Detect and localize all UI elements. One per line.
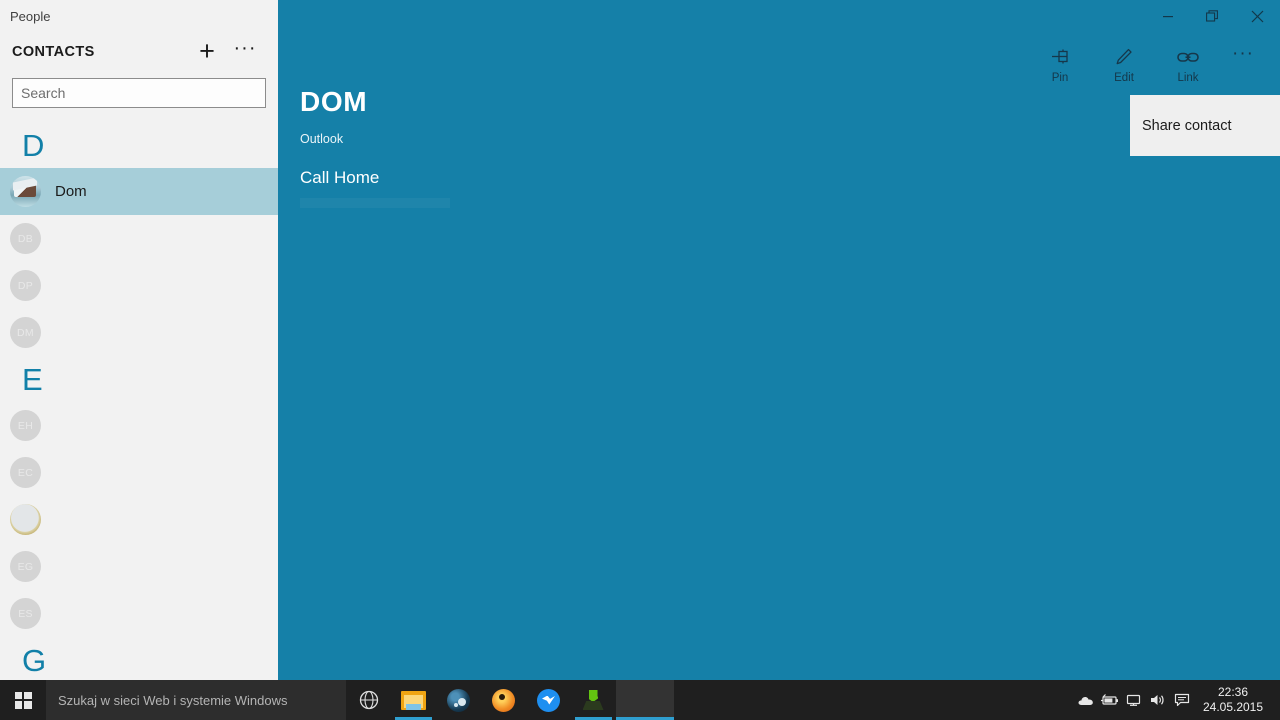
command-bar: Pin Edit Link ··· xyxy=(1028,44,1266,85)
close-button[interactable] xyxy=(1235,0,1280,32)
action-center-icon xyxy=(1174,693,1190,707)
ellipsis-icon: ··· xyxy=(1232,42,1254,64)
avatar: DM xyxy=(10,317,41,348)
firefox-icon xyxy=(492,688,515,712)
contact-list[interactable]: D Dom DB DP DM E EH EC EG ES G xyxy=(0,122,278,680)
taskbar-clock[interactable]: 22:36 24.05.2015 xyxy=(1194,685,1272,715)
battery-button[interactable] xyxy=(1098,680,1122,720)
battery-icon xyxy=(1101,694,1118,705)
taskbar: Szukaj w sieci Web i systemie Windows 22… xyxy=(0,680,1280,720)
windows-logo-icon xyxy=(14,691,32,709)
contact-row[interactable]: EC xyxy=(0,449,278,496)
contact-name: Dom xyxy=(55,183,87,200)
avatar: DB xyxy=(10,223,41,254)
taskbar-buttons xyxy=(346,680,674,720)
close-icon xyxy=(1251,10,1264,22)
minimize-icon xyxy=(1162,16,1173,18)
window-controls xyxy=(1145,0,1280,32)
contact-note-secondary xyxy=(300,198,450,208)
people-window-button[interactable] xyxy=(616,680,674,720)
steam-button[interactable] xyxy=(436,680,481,720)
contact-row[interactable]: DP xyxy=(0,262,278,309)
avatar: EG xyxy=(10,551,41,582)
contact-row[interactable]: ES xyxy=(0,590,278,637)
menu-item-share-contact[interactable]: Share contact xyxy=(1130,118,1231,134)
restore-icon xyxy=(1206,9,1218,22)
pin-button[interactable]: Pin xyxy=(1028,44,1092,84)
task-view-icon xyxy=(359,690,378,710)
contact-header: DOM Outlook Call Home xyxy=(300,88,450,208)
avatar xyxy=(10,176,41,207)
contacts-pane: People CONTACTS + ··· D Dom DB xyxy=(0,0,278,680)
search-container xyxy=(0,72,278,108)
contact-row[interactable]: DM xyxy=(0,309,278,356)
task-view-button[interactable] xyxy=(346,680,391,720)
avatar: EH xyxy=(10,410,41,441)
taskbar-search-placeholder: Szukaj w sieci Web i systemie Windows xyxy=(58,692,288,708)
volume-button[interactable] xyxy=(1146,680,1170,720)
contact-display-name: DOM xyxy=(300,86,368,117)
contact-row[interactable]: DB xyxy=(0,215,278,262)
onedrive-button[interactable] xyxy=(1074,680,1098,720)
avatar: ES xyxy=(10,598,41,629)
minimize-button[interactable] xyxy=(1145,0,1190,32)
action-center-button[interactable] xyxy=(1170,680,1194,720)
restore-button[interactable] xyxy=(1190,0,1235,32)
network-button[interactable] xyxy=(1122,680,1146,720)
desktop: People CONTACTS + ··· D Dom DB xyxy=(0,0,1280,720)
link-icon xyxy=(1176,44,1200,70)
download-icon xyxy=(582,690,606,710)
folder-icon xyxy=(401,690,426,710)
pin-icon xyxy=(1050,44,1070,70)
contact-detail-pane: Pin Edit Link ··· Share contact DOM Outl… xyxy=(278,0,1280,680)
edit-label: Edit xyxy=(1114,72,1134,84)
avatar: EC xyxy=(10,457,41,488)
section-header-g: G xyxy=(22,642,47,678)
steam-icon xyxy=(447,688,470,712)
contact-row[interactable] xyxy=(0,496,278,543)
file-explorer-button[interactable] xyxy=(391,680,436,720)
ellipsis-icon: ··· xyxy=(233,36,257,59)
app-titlebar: People xyxy=(0,0,278,32)
contacts-heading: CONTACTS xyxy=(12,44,95,60)
start-button[interactable] xyxy=(0,680,46,720)
pin-label: Pin xyxy=(1051,72,1069,84)
plus-icon: + xyxy=(199,35,215,66)
edit-button[interactable]: Edit xyxy=(1092,44,1156,84)
firefox-button[interactable] xyxy=(481,680,526,720)
link-button[interactable]: Link xyxy=(1156,44,1220,84)
overflow-flyout-menu[interactable]: Share contact xyxy=(1130,95,1280,156)
messenger-button[interactable] xyxy=(526,680,571,720)
add-contact-button[interactable]: + xyxy=(188,36,226,68)
contact-row[interactable]: EH xyxy=(0,402,278,449)
avatar: DP xyxy=(10,270,41,301)
cloud-icon xyxy=(1078,696,1093,705)
system-tray: 22:36 24.05.2015 xyxy=(1074,680,1280,720)
search-input[interactable] xyxy=(12,78,266,108)
contact-row-dom[interactable]: Dom xyxy=(0,168,278,215)
detail-more-button[interactable]: ··· xyxy=(1220,44,1266,66)
contact-account-source: Outlook xyxy=(300,132,344,146)
clock-date: 24.05.2015 xyxy=(1202,700,1264,714)
section-header-e: E xyxy=(22,361,43,397)
volume-icon xyxy=(1151,695,1164,705)
pencil-icon xyxy=(1114,44,1134,70)
network-icon xyxy=(1126,694,1141,706)
contact-note: Call Home xyxy=(300,168,380,187)
clock-time: 22:36 xyxy=(1217,685,1249,699)
section-header-d: D xyxy=(22,127,45,163)
app-title: People xyxy=(10,8,51,24)
utorrent-button[interactable] xyxy=(571,680,616,720)
link-label: Link xyxy=(1177,72,1199,84)
taskbar-search-box[interactable]: Szukaj w sieci Web i systemie Windows xyxy=(46,680,346,720)
contacts-header: CONTACTS + ··· xyxy=(0,32,278,72)
contact-row[interactable]: EG xyxy=(0,543,278,590)
avatar xyxy=(10,504,41,535)
messenger-icon xyxy=(537,688,560,712)
contacts-more-button[interactable]: ··· xyxy=(226,36,264,68)
